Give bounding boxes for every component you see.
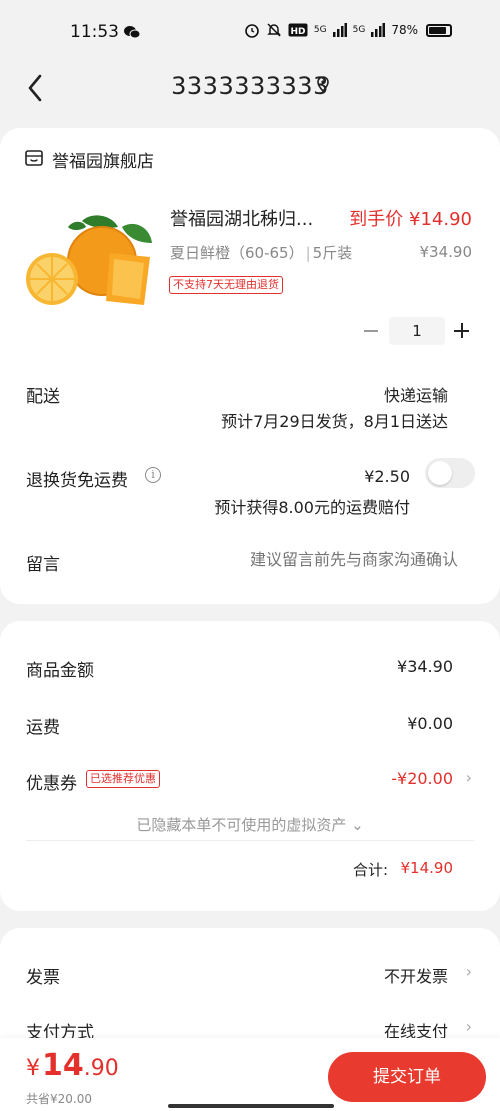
spec-separator: | [305,244,311,262]
return-insurance-price: ¥2.50 [364,467,410,486]
battery-icon [426,23,452,37]
hd-icon: HD [288,23,308,37]
freight-value: ¥0.00 [407,714,453,733]
freight-label: 运费 [26,718,60,738]
submit-order-button[interactable]: 提交订单 [328,1052,486,1102]
store-icon [25,150,43,166]
return-insurance-toggle[interactable] [425,458,475,488]
total-value: ¥14.90 [400,859,454,877]
svg-text:HD: HD [290,27,305,37]
location-pin-icon [317,76,329,92]
order-items-card: 誉福园旗舰店 誉福园湖北秭归... 到手价 ¥14.90 夏日鲜橙（60-65）… [0,128,500,604]
product-final-price: 到手价 ¥14.90 [349,209,472,230]
product-pack: 5斤装 [312,244,353,262]
page-title: 3333333333 [171,72,329,100]
invoice-value[interactable]: 不开发票 [384,963,448,987]
shipping-estimate: 预计7月29日发货，8月1日送达 [221,412,448,431]
return-insurance-note: 预计获得8.00元的运费赔付 [214,498,410,517]
amount-integer: 14 [42,1048,84,1083]
quantity-decrease-button[interactable] [362,317,380,345]
signal-2-label: 5G [352,25,366,35]
signal-icon-2 [371,23,386,37]
status-indicators: HD 5G 5G 78% [244,22,452,38]
toggle-knob [428,461,452,485]
goods-amount-value: ¥34.90 [397,657,453,676]
return-insurance-label: 退换货免运费 [26,471,128,491]
product-variant: 夏日鲜橙（60-65） [170,244,304,262]
price-summary-card: 商品金额 ¥34.90 运费 ¥0.00 优惠券 已选推荐优惠 -¥20.00 … [0,621,500,911]
signal-icon [332,23,347,37]
status-bar: 11:53 HD 5G 5G 78% [0,0,500,62]
chevron-right-icon[interactable]: › [466,962,472,981]
saved-amount: 共省¥20.00 [26,1092,92,1106]
mute-bell-icon [267,23,281,37]
goods-amount-label: 商品金额 [26,661,94,681]
product-image[interactable] [22,213,156,313]
header: 3333333333 [0,62,500,118]
checkout-bar: ¥14.90 共省¥20.00 提交订单 [0,1038,500,1111]
product-spec: 夏日鲜橙（60-65） | 5斤装 [170,242,352,263]
product-title[interactable]: 誉福园湖北秭归... [170,205,313,231]
wechat-icon [124,26,140,39]
coupon-tag: 已选推荐优惠 [86,770,160,788]
store-name[interactable]: 誉福园旗舰店 [52,147,154,172]
amount-decimal: .90 [83,1056,119,1081]
status-time: 11:53 [70,22,119,42]
product-original-price: ¥34.90 [419,243,473,261]
battery-percent: 78% [391,23,418,37]
message-input[interactable] [208,550,458,569]
alarm-icon [245,24,259,38]
shipping-method: 快递运输 [383,386,448,405]
currency-symbol: ¥ [26,1056,40,1081]
info-icon[interactable]: i [145,467,161,483]
home-indicator[interactable] [168,1104,334,1108]
message-label: 留言 [26,555,60,575]
quantity-input[interactable]: 1 [389,317,445,345]
coupon-value[interactable]: -¥20.00 [391,769,453,788]
no-return-tag: 不支持7天无理由退货 [169,276,283,294]
shipping-label: 配送 [26,387,60,407]
chevron-right-icon[interactable]: › [466,1017,472,1036]
signal-1-label: 5G [313,25,327,35]
coupon-label: 优惠券 [26,774,77,794]
payable-amount: ¥14.90 [26,1048,119,1083]
total-label: 合计: [352,861,388,879]
chevron-right-icon[interactable]: › [466,768,472,787]
divider [26,840,474,841]
quantity-increase-button[interactable] [452,317,472,345]
hidden-assets-toggle[interactable]: 已隐藏本单不可使用的虚拟资产 ⌄ [0,814,500,835]
invoice-label: 发票 [26,968,60,988]
